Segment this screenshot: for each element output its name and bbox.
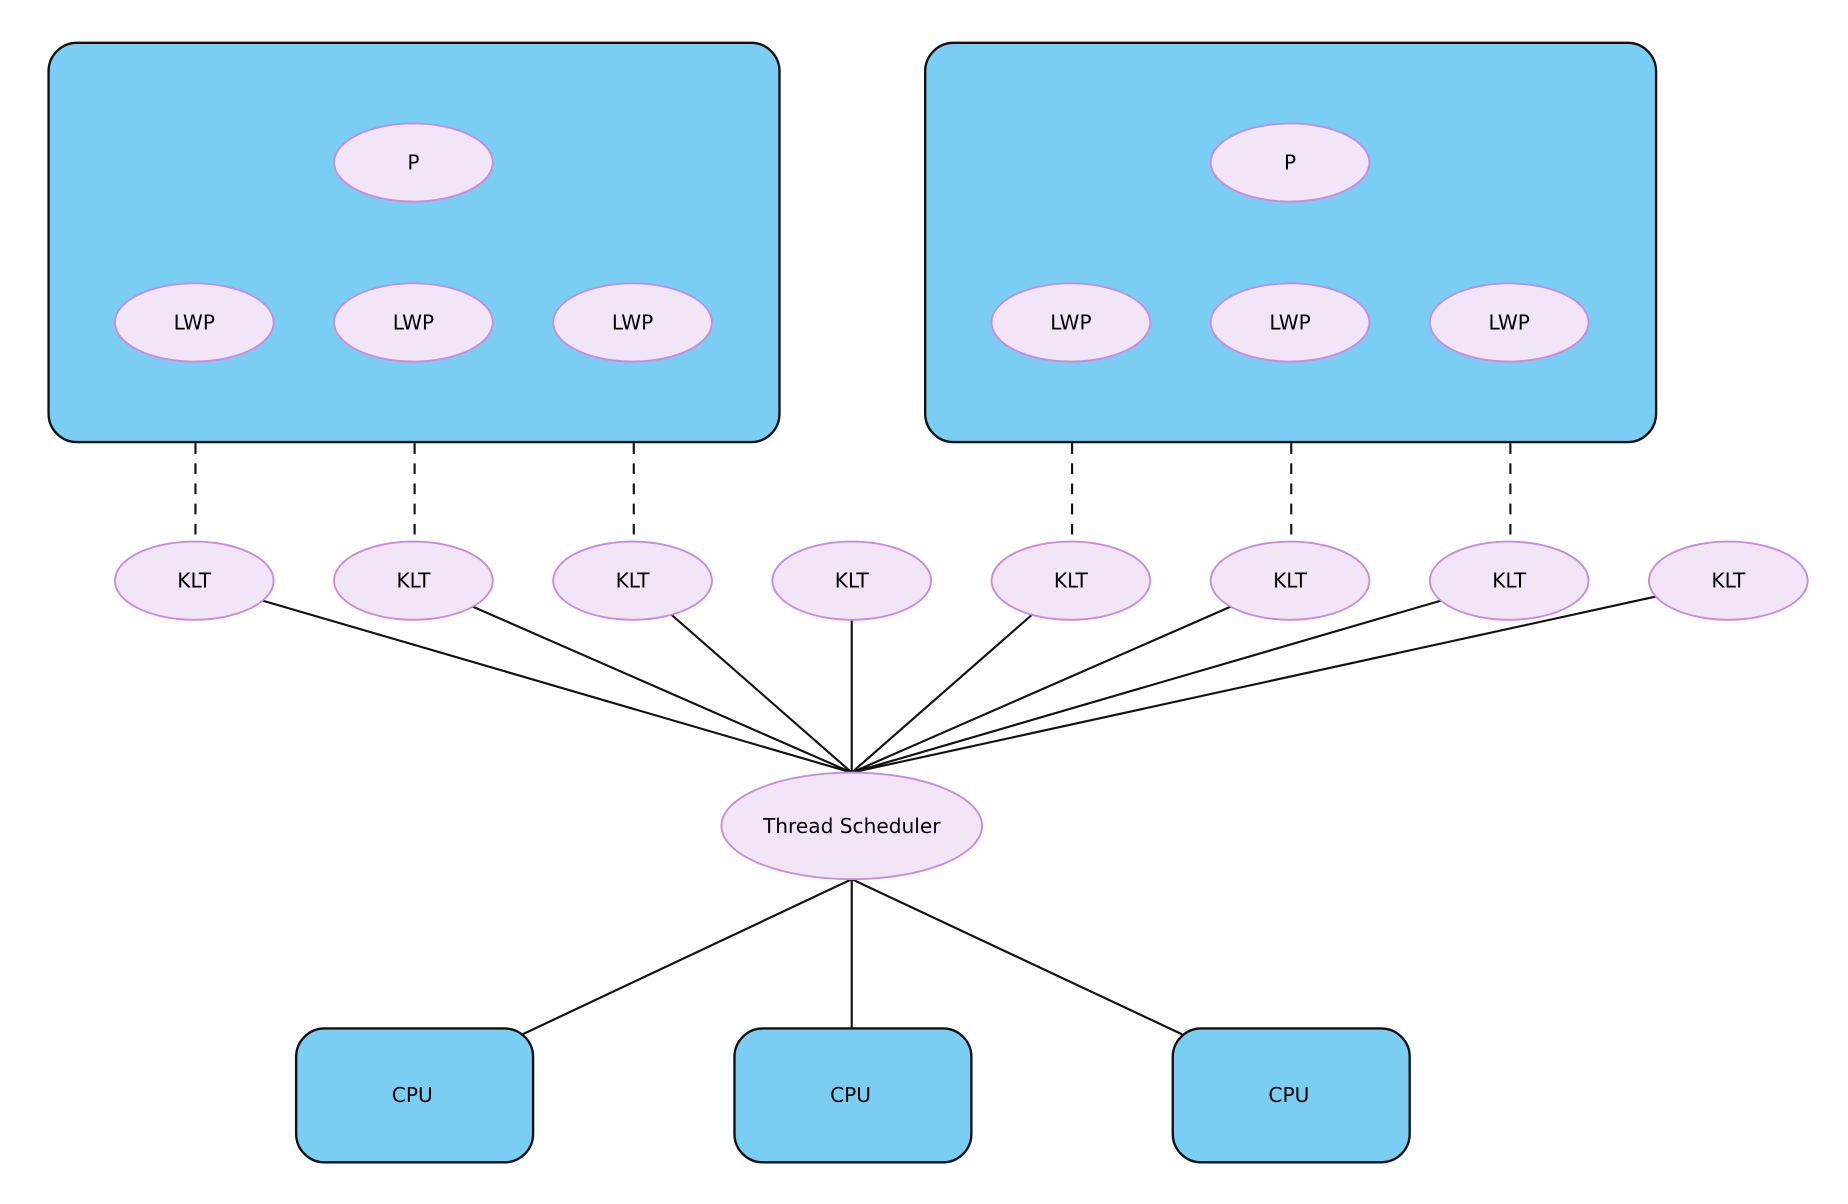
lwp-label: LWP [1050, 310, 1091, 334]
klt-label: KLT [177, 569, 212, 593]
lwp-label: LWP [612, 310, 653, 334]
scheduler-cpu-edge [521, 878, 853, 1036]
process-label: P [407, 151, 419, 175]
klt-scheduler-edge [851, 613, 1033, 774]
scheduler-cpu-edge [851, 878, 1183, 1036]
klt-scheduler-edge [670, 613, 853, 774]
klt-scheduler-edge [851, 605, 1232, 774]
lwp-label: LWP [174, 310, 215, 334]
process-container: P LWP LWP LWP [924, 41, 1658, 444]
thread-model-diagram: P LWP LWP LWP P LWP LWP LWP KLT KLT KLT KLT KLT KLT KL… [47, 41, 1809, 1164]
klt-label: KLT [1054, 569, 1089, 593]
klt-label: KLT [1492, 569, 1527, 593]
cpu-label: CPU [830, 1083, 871, 1107]
process-box [47, 41, 781, 444]
klt-label: KLT [616, 569, 651, 593]
klt-scheduler-edge [851, 599, 1442, 774]
klt-label: KLT [396, 569, 431, 593]
process-label: P [1284, 151, 1296, 175]
lwp-label: LWP [393, 310, 434, 334]
cpu-label: CPU [392, 1083, 433, 1107]
lwp-label: LWP [1269, 310, 1310, 334]
process-container: P LWP LWP LWP [47, 41, 781, 444]
klt-scheduler-edge [262, 599, 853, 774]
klt-label: KLT [1711, 569, 1746, 593]
nodes: P LWP LWP LWP P LWP LWP LWP KLT KLT KLT KLT KLT KLT KL… [47, 41, 1809, 1164]
cpu-label: CPU [1268, 1083, 1309, 1107]
lwp-label: LWP [1488, 310, 1529, 334]
klt-label: KLT [1273, 569, 1308, 593]
thread-scheduler-label: Thread Scheduler [762, 814, 941, 838]
klt-scheduler-edge [472, 605, 853, 774]
klt-label: KLT [835, 569, 870, 593]
process-box [924, 41, 1658, 444]
klt-scheduler-edge [851, 595, 1657, 774]
